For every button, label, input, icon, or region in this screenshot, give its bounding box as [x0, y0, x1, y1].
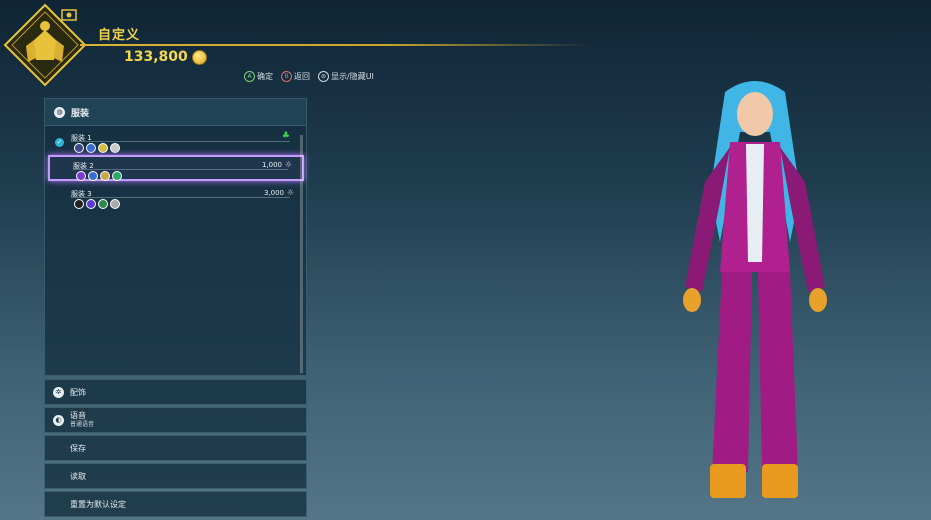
outfit-item-price: 1,000 [261, 161, 282, 169]
chip-icon [86, 143, 96, 153]
hint-confirm[interactable]: A 确定 [244, 71, 273, 82]
menu-accessories[interactable]: ✲ 配饰 [44, 379, 307, 405]
color-chips [76, 171, 122, 181]
page-title: 自定义 [98, 28, 141, 43]
header-divider [80, 44, 590, 46]
outfit-panel-title: 服装 [71, 108, 90, 119]
voice-value: 普通语音 [70, 421, 95, 428]
chip-icon [98, 143, 108, 153]
chip-icon [98, 199, 108, 209]
button-hints: A 确定 B 返回 ⊜ 显示/隐藏UI [244, 71, 374, 82]
hint-back[interactable]: B 返回 [281, 71, 310, 82]
color-chips [74, 143, 120, 153]
accessory-icon: ✲ [53, 387, 64, 398]
divider [71, 141, 290, 142]
clover-icon: ♣ [281, 131, 290, 141]
currency-icon: ☼ [284, 160, 292, 169]
outfit-panel-header[interactable]: ◍ 服装 [45, 99, 306, 126]
money-display: 133,800 [124, 49, 207, 65]
view-button-icon: ⊜ [318, 71, 329, 82]
chip-icon [74, 199, 84, 209]
menu-label: 保存 [70, 443, 86, 453]
b-button-icon: B [281, 71, 292, 82]
chip-icon [88, 171, 98, 181]
outfit-item-3[interactable]: 服装 3 3,000 ☼ [48, 185, 304, 211]
coin-icon [191, 49, 207, 65]
menu-save[interactable]: 保存 [44, 435, 307, 461]
divider [73, 169, 288, 170]
money-amount: 133,800 [124, 49, 188, 65]
chip-icon [76, 171, 86, 181]
shirt-icon: ◍ [54, 106, 65, 118]
hint-toggle-ui[interactable]: ⊜ 显示/隐藏UI [318, 71, 374, 82]
menu-voice[interactable]: ◐ 语音 普通语音 [44, 407, 307, 433]
outfit-item-1[interactable]: ✓ 服装 1 ♣ [48, 129, 304, 155]
chip-icon [112, 171, 122, 181]
chip-icon [110, 143, 120, 153]
menu-label: 语音 [70, 411, 86, 420]
color-chips [74, 199, 120, 209]
menu-load[interactable]: 读取 [44, 463, 307, 489]
outfit-item-price: 3,000 [263, 189, 284, 197]
menu-label: 配饰 [70, 387, 86, 397]
character-model [683, 81, 827, 498]
menu-label: 重置为默认设定 [70, 499, 126, 509]
chip-icon [100, 171, 110, 181]
chip-icon [110, 199, 120, 209]
voice-icon: ◐ [53, 415, 64, 426]
a-button-icon: A [244, 71, 255, 82]
chip-icon [74, 143, 84, 153]
menu-label: 读取 [70, 471, 86, 481]
divider [71, 197, 290, 198]
currency-icon: ☼ [286, 188, 294, 197]
equipped-check-icon: ✓ [55, 138, 64, 147]
chip-icon [86, 199, 96, 209]
outfit-panel: ◍ 服装 ✓ 服装 1 ♣ 服装 2 1,000 ☼ 服装 3 3,000 ☼ [44, 98, 307, 376]
menu-reset[interactable]: 重置为默认设定 [44, 491, 307, 517]
outfit-item-2[interactable]: 服装 2 1,000 ☼ [48, 155, 304, 181]
character-emblem [3, 3, 87, 87]
scrollbar[interactable] [300, 135, 303, 373]
